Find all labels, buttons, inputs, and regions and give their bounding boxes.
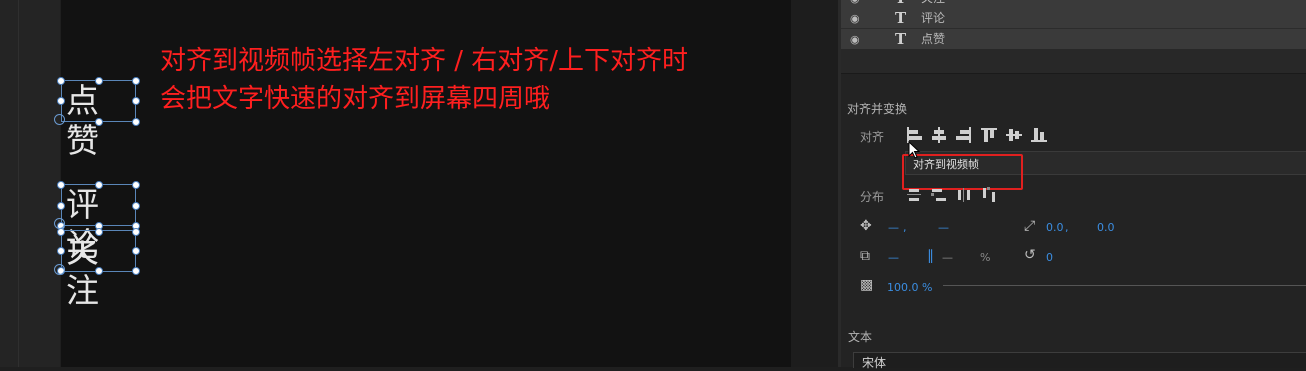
rotation-icon: ↺: [1024, 247, 1036, 263]
font-dropdown[interactable]: 宋体: [853, 352, 1306, 370]
position-icon: ✥: [860, 218, 872, 234]
layer-row-like[interactable]: ◉ T 点赞: [841, 29, 1306, 50]
handle[interactable]: [132, 202, 140, 210]
link-icon[interactable]: ∥: [927, 248, 934, 264]
scale-unit: %: [980, 251, 991, 264]
handle[interactable]: [57, 97, 65, 105]
mouse-cursor-icon: [908, 141, 921, 159]
opacity-icon: ▩: [860, 277, 874, 293]
distribute-vertical-spacing-icon[interactable]: [931, 187, 947, 203]
handle[interactable]: [57, 202, 65, 210]
anchor-y-value[interactable]: 0.0: [1097, 221, 1115, 234]
eye-icon[interactable]: ◉: [850, 33, 860, 46]
canvas-text-comment[interactable]: 评论: [61, 184, 136, 264]
divider: [841, 73, 1306, 74]
distribute-vertical-icon[interactable]: [906, 187, 922, 203]
eye-icon[interactable]: ◉: [850, 0, 860, 5]
handle[interactable]: [95, 228, 103, 236]
handle[interactable]: [57, 77, 65, 85]
anchor-point-icon: ⤢: [1024, 218, 1036, 234]
align-top-icon[interactable]: [981, 127, 997, 143]
gutter-line: [18, 0, 19, 367]
rotation-value[interactable]: 0: [1046, 251, 1053, 264]
handle[interactable]: [132, 267, 140, 275]
handle[interactable]: [132, 228, 140, 236]
handle[interactable]: [132, 118, 140, 126]
layer-list-empty: [841, 49, 1306, 73]
scale-value[interactable]: —: [888, 251, 899, 264]
layer-name: 评论: [921, 11, 946, 25]
align-center-v-icon[interactable]: [1006, 127, 1022, 143]
align-right-icon[interactable]: [956, 127, 972, 143]
text-layer-icon: T: [895, 30, 907, 48]
text-layer-icon: T: [895, 0, 906, 8]
scale-right-value: —: [942, 251, 953, 264]
opacity-slider[interactable]: [943, 285, 1306, 286]
anchor-x-value[interactable]: 0.0: [1046, 221, 1064, 234]
handle[interactable]: [95, 118, 103, 126]
handle[interactable]: [95, 77, 103, 85]
position-separator: ,: [903, 221, 907, 234]
handle[interactable]: [132, 97, 140, 105]
distribute-horizontal-icon[interactable]: [956, 187, 972, 203]
align-transform-title: 对齐并变换: [847, 102, 908, 116]
handle[interactable]: [57, 228, 65, 236]
handle[interactable]: [95, 181, 103, 189]
annotation-line-1: 对齐到视频帧选择左对齐 / 右对齐/上下对齐时: [160, 46, 689, 76]
text-section-title: 文本: [848, 330, 873, 344]
layer-name: 点赞: [921, 32, 946, 46]
align-label: 对齐: [860, 130, 885, 144]
monitor-margin: [791, 0, 838, 367]
layer-name: 关注: [921, 0, 945, 8]
text-layer-icon: T: [895, 9, 907, 27]
anchor-separator: ,: [1065, 221, 1069, 234]
handle[interactable]: [95, 267, 103, 275]
essential-graphics-panel: ◉ T 关注 ◉ T 评论 ◉ T 点赞 对齐并变换 对齐: [841, 0, 1306, 370]
handle[interactable]: [132, 77, 140, 85]
handle[interactable]: [57, 247, 65, 255]
annotation-line-2: 会把文字快速的对齐到屏幕四周哦: [160, 84, 551, 114]
eye-icon[interactable]: ◉: [850, 12, 860, 25]
font-name: 宋体: [862, 356, 887, 370]
tutorial-annotation: 对齐到视频帧选择左对齐 / 右对齐/上下对齐时 会把文字快速的对齐到屏幕四周哦: [160, 42, 688, 118]
canvas-text-like[interactable]: 点赞: [61, 80, 136, 160]
anchor-point[interactable]: [54, 218, 65, 229]
distribute-label: 分布: [860, 190, 885, 204]
align-bottom-icon[interactable]: [1031, 127, 1047, 143]
distribute-horizontal-spacing-icon[interactable]: [981, 187, 997, 203]
handle[interactable]: [132, 181, 140, 189]
position-x-value[interactable]: —: [888, 221, 899, 234]
layer-row-comment[interactable]: ◉ T 评论: [841, 8, 1306, 29]
handle[interactable]: [132, 247, 140, 255]
opacity-value[interactable]: 100.0 %: [887, 281, 932, 294]
position-y-value[interactable]: —: [938, 221, 949, 234]
left-gutter: [0, 0, 60, 367]
canvas-text-follow[interactable]: 关注: [61, 230, 136, 310]
anchor-point[interactable]: [54, 114, 65, 125]
anchor-point[interactable]: [54, 264, 65, 275]
scale-icon: ⧉: [860, 248, 870, 264]
align-center-h-icon[interactable]: [931, 127, 947, 143]
handle[interactable]: [57, 181, 65, 189]
